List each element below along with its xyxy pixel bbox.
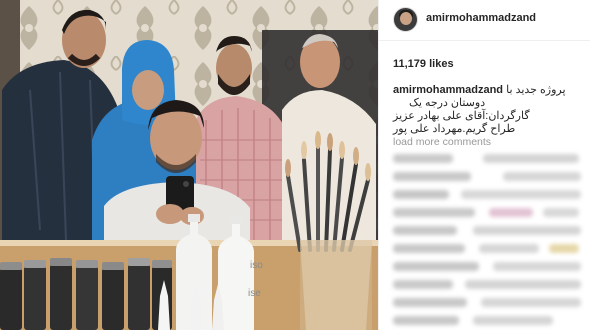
post-details-panel: amirmohammadzand 11,179 likes amirmohamm…	[378, 0, 590, 330]
caption-line-3: گارگردان:آقای علی بهادر عزیز	[393, 110, 530, 122]
caption-line-2: دوستان درجه یک	[409, 97, 486, 109]
caption: amirmohammadzand پروژه جدید با دوستان در…	[393, 84, 583, 136]
caption-line-4: طراح گریم.مهرداد علی پور	[393, 123, 516, 135]
bottle-label-1: ise	[248, 288, 261, 299]
blurred-comment	[393, 278, 583, 292]
blurred-comment	[393, 296, 583, 310]
likes-count[interactable]: 11,179 likes	[393, 58, 454, 70]
username-link[interactable]: amirmohammadzand	[426, 12, 536, 24]
bottle-label-2: iso	[250, 260, 263, 271]
mirror-selfie-illustration: ise iso	[0, 0, 378, 330]
post-photo[interactable]: ise iso	[0, 0, 378, 330]
instagram-post: ise iso amirmohammadzand 11,179 likes am…	[0, 0, 590, 330]
avatar[interactable]	[393, 7, 418, 32]
blurred-comment	[393, 242, 583, 256]
blurred-comment	[393, 152, 583, 166]
blurred-comment	[393, 188, 583, 202]
load-more-comments-link[interactable]: load more comments	[393, 136, 491, 148]
post-header: amirmohammadzand	[379, 0, 590, 41]
blurred-comment	[393, 260, 583, 274]
blurred-comment	[393, 314, 583, 328]
blurred-comment	[393, 224, 583, 238]
caption-username-link[interactable]: amirmohammadzand	[393, 84, 503, 96]
blurred-comment	[393, 206, 583, 220]
caption-line-1: پروژه جدید با	[506, 84, 566, 96]
blurred-comment	[393, 170, 583, 184]
